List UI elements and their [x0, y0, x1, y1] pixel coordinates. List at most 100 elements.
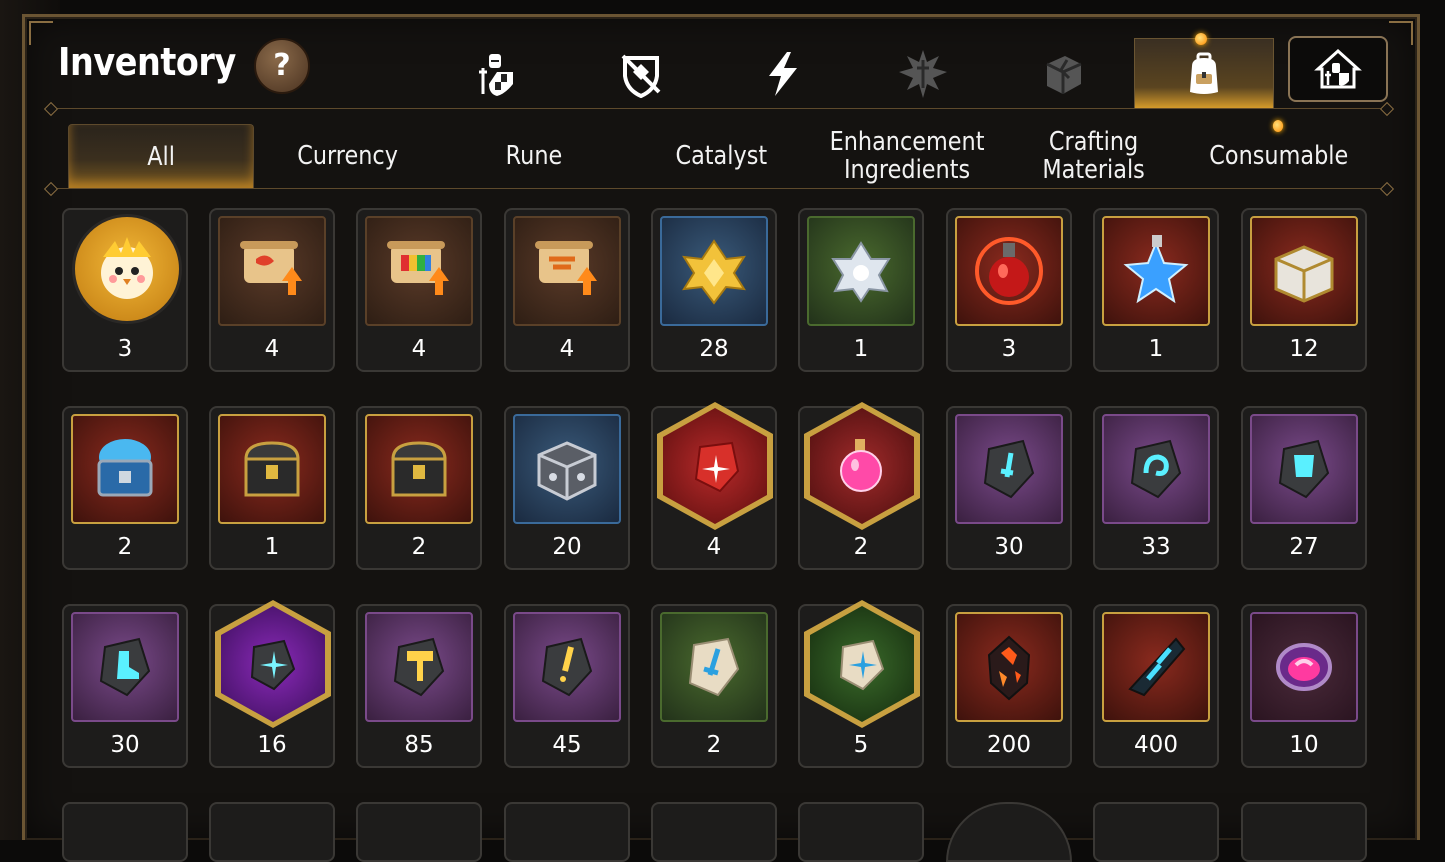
chick-token-icon	[72, 214, 182, 324]
lightning-icon	[769, 52, 797, 96]
item-slot[interactable]: 5	[798, 600, 924, 768]
item-count: 4	[706, 534, 722, 560]
cube-icon	[1046, 56, 1082, 94]
subtab-all[interactable]: All	[68, 124, 254, 188]
item-count: 27	[1289, 534, 1319, 560]
item-count: 3	[1001, 336, 1017, 362]
item-count: 2	[853, 534, 869, 560]
item-slot-partial[interactable]	[798, 802, 924, 862]
item-count: 1	[853, 336, 869, 362]
item-count: 2	[411, 534, 427, 560]
tab-skills[interactable]	[738, 40, 828, 108]
pink-potion-icon	[810, 408, 914, 524]
star-potion-icon	[1102, 216, 1210, 326]
broken-shield-icon	[621, 54, 661, 99]
silver-crystal-icon	[807, 216, 915, 326]
item-slot[interactable]: 16	[209, 600, 335, 768]
item-slot[interactable]: 400	[1093, 604, 1219, 768]
item-count: 16	[257, 732, 287, 758]
item-slot-partial[interactable]	[651, 802, 777, 862]
stone-sword-icon	[660, 612, 768, 722]
item-slot[interactable]: 28	[651, 208, 777, 372]
item-count: 4	[264, 336, 280, 362]
item-slot[interactable]: 12	[1241, 208, 1367, 372]
tab-guild[interactable]	[1288, 36, 1388, 102]
item-slot[interactable]: 1	[798, 208, 924, 372]
item-slot[interactable]: 2	[356, 406, 482, 570]
item-slot[interactable]: 2	[62, 406, 188, 570]
subtab-catalyst[interactable]: Catalyst	[632, 124, 810, 188]
tab-defense[interactable]	[596, 40, 686, 108]
item-slot-partial[interactable]	[504, 802, 630, 862]
item-count: 200	[987, 732, 1031, 758]
subtab-rune[interactable]: Rune	[446, 124, 622, 188]
notification-dot	[1195, 33, 1207, 45]
tab-combat[interactable]	[878, 40, 968, 108]
item-slot[interactable]: 33	[1093, 406, 1219, 570]
item-slot[interactable]: 4	[651, 402, 777, 570]
scroll-upgrade-icon	[513, 216, 621, 326]
item-slot[interactable]: 30	[946, 406, 1072, 570]
tab-divider	[50, 108, 1390, 109]
item-count: 45	[552, 732, 582, 758]
item-slot[interactable]: 4	[356, 208, 482, 372]
item-slot[interactable]: 2	[651, 604, 777, 768]
item-slot[interactable]: 1	[1093, 208, 1219, 372]
item-slot[interactable]: 20	[504, 406, 630, 570]
house-knight-icon	[1314, 48, 1362, 89]
fire-potion-icon	[955, 216, 1063, 326]
item-slot-partial[interactable]	[1241, 802, 1367, 862]
item-count: 4	[411, 336, 427, 362]
item-slot[interactable]: 10	[1241, 604, 1367, 768]
item-slot[interactable]: 200	[946, 604, 1072, 768]
item-slot[interactable]: 45	[504, 604, 630, 768]
subtab-crafting-materials[interactable]: Crafting Materials	[1006, 124, 1182, 188]
item-count: 2	[706, 732, 722, 758]
help-button[interactable]: ?	[254, 38, 310, 94]
item-count: 3	[117, 336, 133, 362]
item-slot[interactable]: 4	[504, 208, 630, 372]
item-count: 30	[110, 732, 140, 758]
item-slot-partial[interactable]	[209, 802, 335, 862]
scroll-upgrade-icon	[218, 216, 326, 326]
item-slot[interactable]: 85	[356, 604, 482, 768]
crystal-shard-icon	[1102, 612, 1210, 722]
dark-chest-icon	[365, 414, 473, 524]
rune-sword-icon	[955, 414, 1063, 524]
pink-orb-icon	[1250, 612, 1358, 722]
item-slot[interactable]: 3	[946, 208, 1072, 372]
subtab-enhancement-ingredients[interactable]: Enhancement Ingredients	[812, 124, 1002, 188]
item-count: 400	[1134, 732, 1178, 758]
rune-boot-icon	[71, 612, 179, 722]
rune-hex-frame	[657, 402, 773, 530]
subtab-currency[interactable]: Currency	[260, 124, 436, 188]
item-slot-partial[interactable]	[356, 802, 482, 862]
item-slot[interactable]: 2	[798, 402, 924, 570]
item-slot[interactable]: 4	[209, 208, 335, 372]
tab-materials[interactable]	[1018, 40, 1108, 108]
corner-ornament	[1389, 21, 1413, 45]
subtab-consumable[interactable]: Consumable	[1186, 120, 1372, 188]
tab-inventory[interactable]	[1134, 33, 1274, 108]
tab-equipment[interactable]	[452, 40, 542, 108]
item-count: 30	[994, 534, 1024, 560]
item-count: 33	[1141, 534, 1171, 560]
blue-chest-icon	[71, 414, 179, 524]
item-count: 5	[853, 732, 869, 758]
scroll-upgrade-icon	[365, 216, 473, 326]
gold-chest-icon	[1250, 216, 1358, 326]
item-slot[interactable]: 3	[62, 208, 188, 372]
knight-icon	[479, 54, 513, 96]
item-slot-partial[interactable]	[62, 802, 188, 862]
item-slot[interactable]: 27	[1241, 406, 1367, 570]
page-title: Inventory	[58, 40, 236, 84]
item-count: 10	[1289, 732, 1319, 758]
rune-bolt-icon	[513, 612, 621, 722]
item-slot-partial[interactable]	[1093, 802, 1219, 862]
dark-chest-icon	[218, 414, 326, 524]
item-count: 85	[404, 732, 434, 758]
item-slot[interactable]: 1	[209, 406, 335, 570]
item-slot[interactable]: 30	[62, 604, 188, 768]
rune-hex-frame	[804, 600, 920, 728]
item-count: 1	[1148, 336, 1164, 362]
